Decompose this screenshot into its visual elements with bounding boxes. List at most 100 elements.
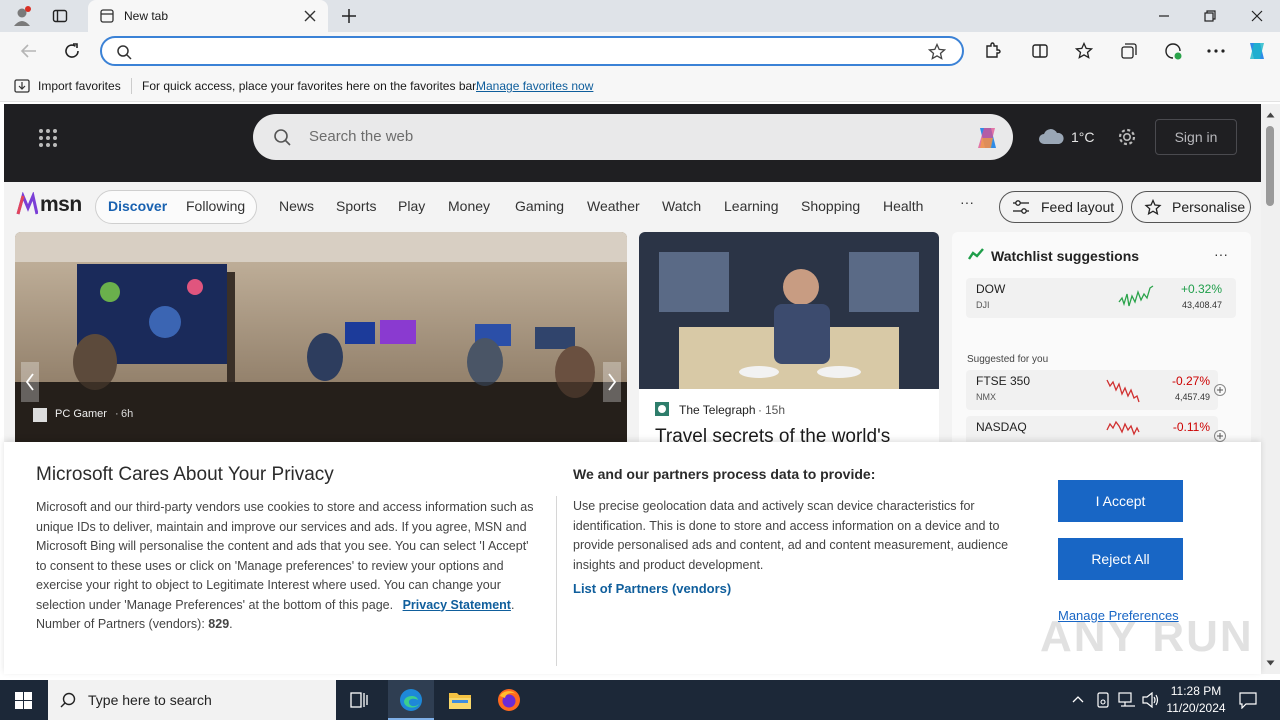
close-tab-icon[interactable]	[304, 10, 316, 22]
taskbar-search-box[interactable]: Type here to search	[48, 680, 336, 720]
volume-icon[interactable]	[1142, 692, 1160, 708]
carousel-prev-button[interactable]	[21, 362, 39, 402]
edge-taskbar-button[interactable]	[388, 680, 434, 720]
nav-sports[interactable]: Sports	[336, 198, 376, 214]
add-stock-icon[interactable]	[1214, 430, 1226, 442]
apps-launcher-icon[interactable]	[38, 128, 58, 148]
divider	[556, 496, 557, 666]
clock-time: 11:28 PM	[1170, 684, 1222, 698]
accept-button[interactable]: I Accept	[1058, 480, 1183, 522]
tab-discover[interactable]: Discover	[108, 198, 167, 214]
device-icon[interactable]	[1096, 692, 1110, 708]
split-screen-icon[interactable]	[1031, 42, 1049, 60]
suggested-label: Suggested for you	[967, 354, 1049, 365]
sparkline	[1106, 379, 1140, 403]
nav-learning[interactable]: Learning	[724, 198, 779, 214]
carousel-next-button[interactable]	[603, 362, 621, 402]
favorites-bar: Import favorites For quick access, place…	[0, 70, 1280, 102]
hero-card[interactable]: PC Gamer · 6h	[15, 232, 627, 447]
stock-row[interactable]: FTSE 350 NMX -0.27% 4,457.49	[966, 370, 1218, 410]
notifications-icon[interactable]	[1239, 691, 1257, 709]
msn-search-input[interactable]: Search the web	[309, 128, 413, 145]
card-separator: ·	[758, 403, 762, 417]
list-of-partners-link[interactable]: List of Partners (vendors)	[573, 581, 731, 596]
data-processing-body: Use precise geolocation data and activel…	[573, 499, 1009, 572]
divider	[131, 78, 132, 94]
sparkline	[1118, 285, 1154, 307]
manage-favorites-link[interactable]: Manage favorites now	[476, 79, 593, 93]
restore-icon[interactable]	[1204, 10, 1216, 22]
profile-icon[interactable]	[12, 6, 32, 26]
add-stock-icon[interactable]	[1214, 384, 1226, 396]
taskbar-search-input[interactable]: Type here to search	[88, 692, 212, 708]
manage-preferences-link[interactable]: Manage Preferences	[1058, 608, 1179, 623]
nav-gaming[interactable]: Gaming	[515, 198, 564, 214]
copilot-icon[interactable]	[1245, 39, 1269, 63]
minimize-icon[interactable]	[1158, 10, 1170, 22]
cloud-icon[interactable]	[1037, 126, 1065, 146]
edge-icon	[400, 689, 422, 711]
msn-logo[interactable]	[16, 192, 38, 216]
import-favorites-button[interactable]: Import favorites	[38, 79, 121, 93]
scroll-up-icon[interactable]	[1266, 112, 1275, 118]
task-view-icon[interactable]	[350, 691, 368, 709]
chevron-up-icon[interactable]	[1072, 695, 1084, 703]
close-window-icon[interactable]	[1251, 10, 1263, 22]
watchlist-title: Watchlist suggestions	[991, 248, 1140, 264]
personalise-label: Personalise	[1172, 199, 1246, 215]
nav-weather[interactable]: Weather	[587, 198, 640, 214]
scroll-down-icon[interactable]	[1266, 660, 1275, 666]
clock-date: 11/20/2024	[1166, 701, 1226, 715]
tab-title: New tab	[124, 9, 169, 23]
hero-separator: ·	[115, 408, 119, 420]
msn-search-box[interactable]: Search the web	[253, 114, 1013, 160]
collections-icon[interactable]	[1120, 42, 1138, 60]
refresh-icon[interactable]	[63, 42, 81, 60]
page-scrollbar[interactable]	[1261, 104, 1280, 674]
tab-new-tab[interactable]: New tab	[88, 0, 328, 32]
tab-actions-icon[interactable]	[52, 8, 68, 24]
feed-layout-button[interactable]: Feed layout	[999, 191, 1123, 223]
privacy-consent-banner: Microsoft Cares About Your Privacy Micro…	[4, 442, 1261, 674]
news-card[interactable]: The Telegraph · 15h Travel secrets of th…	[639, 232, 939, 447]
nav-news[interactable]: News	[279, 198, 314, 214]
back-icon[interactable]	[20, 42, 38, 60]
stock-row[interactable]: DOW DJI +0.32% 43,408.47	[966, 278, 1236, 318]
add-favorite-icon[interactable]	[928, 43, 946, 61]
network-icon[interactable]	[1118, 692, 1136, 708]
nav-health[interactable]: Health	[883, 198, 923, 214]
browser-essentials-icon[interactable]	[1164, 42, 1182, 60]
more-options-icon[interactable]	[1207, 49, 1225, 53]
personalise-button[interactable]: Personalise	[1131, 191, 1251, 223]
nav-shopping[interactable]: Shopping	[801, 198, 860, 214]
stock-exchange: DJI	[976, 300, 990, 310]
watchlist-menu-button[interactable]: ···	[1214, 246, 1228, 262]
privacy-statement-link[interactable]: Privacy Statement	[403, 598, 511, 612]
nav-play[interactable]: Play	[398, 198, 425, 214]
tab-following[interactable]: Following	[186, 198, 245, 214]
stock-symbol: NASDAQ	[976, 420, 1027, 434]
nav-more-button[interactable]: ···	[960, 194, 974, 210]
sign-in-button[interactable]: Sign in	[1155, 119, 1237, 155]
import-favorites-icon[interactable]	[14, 78, 30, 94]
address-bar[interactable]	[100, 36, 964, 66]
new-tab-button[interactable]	[340, 7, 358, 25]
extensions-icon[interactable]	[983, 42, 1001, 60]
reject-all-button[interactable]: Reject All	[1058, 538, 1183, 580]
temperature[interactable]: 1°C	[1071, 129, 1095, 145]
scrollbar-thumb[interactable]	[1266, 126, 1274, 206]
settings-gear-icon[interactable]	[1116, 126, 1138, 148]
favorites-icon[interactable]	[1075, 42, 1093, 60]
nav-watch[interactable]: Watch	[662, 198, 701, 214]
system-clock[interactable]: 11:28 PM 11/20/2024	[1164, 683, 1228, 717]
file-explorer-icon[interactable]	[448, 689, 472, 711]
firefox-icon[interactable]	[497, 688, 521, 712]
copilot-icon[interactable]	[973, 124, 1001, 152]
tab-strip: New tab	[0, 0, 1280, 32]
msn-logo-text[interactable]: msn	[40, 193, 82, 217]
windows-start-icon[interactable]	[15, 692, 32, 709]
personalise-icon	[1144, 199, 1162, 215]
sliders-icon	[1012, 200, 1030, 214]
nav-money[interactable]: Money	[448, 198, 490, 214]
search-icon	[273, 128, 291, 146]
